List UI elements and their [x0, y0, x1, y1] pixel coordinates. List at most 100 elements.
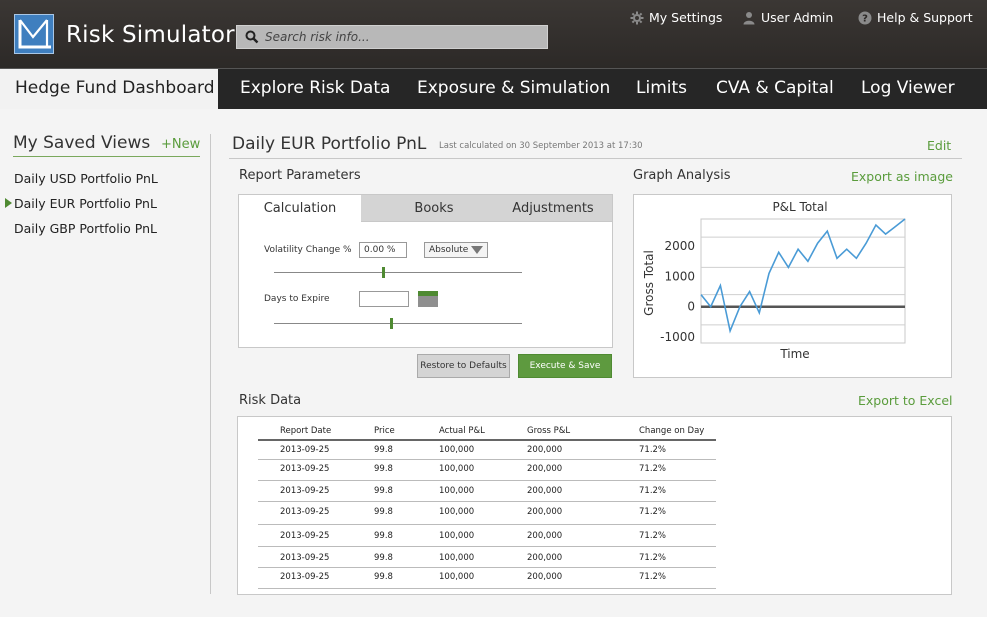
logo-icon: [18, 19, 51, 49]
tab-books[interactable]: Books: [379, 195, 489, 223]
table-row-divider: [258, 588, 716, 589]
days-slider-thumb[interactable]: [389, 318, 393, 329]
table-column-header[interactable]: Price: [374, 426, 395, 436]
table-cell: 71.2%: [639, 486, 667, 496]
table-cell: 2013-09-25: [280, 531, 330, 541]
help-support-label: Help & Support: [877, 10, 973, 25]
days-to-expire-input[interactable]: [359, 291, 409, 307]
tab-calculation[interactable]: Calculation: [239, 195, 361, 223]
tab-exposure-simulation[interactable]: Exposure & Simulation: [417, 69, 610, 109]
export-image-button[interactable]: Export as image: [851, 169, 953, 184]
search-icon: [245, 30, 259, 44]
volatility-mode-select[interactable]: Absolute: [424, 242, 488, 258]
table-cell: 200,000: [527, 445, 563, 455]
main-nav: Hedge Fund Dashboard Explore Risk Data E…: [0, 68, 987, 109]
chart-series-line: [700, 218, 906, 334]
tab-cva-capital[interactable]: CVA & Capital: [716, 69, 834, 109]
table-cell: 2013-09-25: [280, 572, 330, 582]
chart-y-tick-label: 0: [687, 300, 695, 314]
graph-analysis-title: Graph Analysis: [633, 168, 731, 183]
days-to-expire-label: Days to Expire: [264, 294, 330, 304]
chevron-down-icon: [471, 246, 483, 254]
risk-data-table: [237, 416, 952, 595]
saved-view-gbp[interactable]: Daily GBP Portfolio PnL: [14, 221, 157, 236]
table-column-header[interactable]: Change on Day: [639, 426, 704, 436]
title-divider: [229, 158, 962, 159]
table-cell: 71.2%: [639, 464, 667, 474]
app-logo[interactable]: [14, 14, 54, 54]
saved-view-usd[interactable]: Daily USD Portfolio PnL: [14, 171, 158, 186]
table-cell: 2013-09-25: [280, 445, 330, 455]
saved-views-divider: [13, 156, 200, 157]
my-settings-link[interactable]: My Settings: [630, 10, 722, 25]
table-column-header[interactable]: Gross P&L: [527, 426, 570, 436]
table-cell: 100,000: [439, 531, 475, 541]
table-cell: 2013-09-25: [280, 464, 330, 474]
tab-hedge-fund-dashboard[interactable]: Hedge Fund Dashboard: [0, 69, 218, 109]
chart-y-tick-label: -1000: [660, 330, 695, 344]
parameters-tabbar: Calculation Books Adjustments: [238, 194, 613, 223]
user-icon: [743, 11, 755, 24]
table-cell: 99.8: [374, 464, 393, 474]
table-cell: 100,000: [439, 553, 475, 563]
tab-adjustments[interactable]: Adjustments: [499, 195, 607, 223]
table-column-header[interactable]: Report Date: [280, 426, 331, 436]
restore-defaults-button[interactable]: Restore to Defaults: [417, 354, 510, 378]
table-row-divider: [258, 480, 716, 481]
volatility-slider-thumb[interactable]: [382, 267, 386, 278]
user-admin-label: User Admin: [761, 10, 834, 25]
edit-button[interactable]: Edit: [927, 138, 951, 153]
new-view-button[interactable]: +New: [161, 137, 200, 152]
table-cell: 100,000: [439, 507, 475, 517]
saved-view-eur[interactable]: Daily EUR Portfolio PnL: [14, 196, 157, 211]
table-cell: 200,000: [527, 572, 563, 582]
table-header-divider: [258, 439, 716, 441]
table-cell: 71.2%: [639, 553, 667, 563]
chart-y-label: Gross Total: [642, 250, 656, 316]
help-support-link[interactable]: ? Help & Support: [858, 10, 973, 25]
search-input[interactable]: [265, 28, 535, 46]
table-row-divider: [258, 546, 716, 547]
volatility-change-label: Volatility Change %: [264, 245, 352, 255]
tab-log-viewer[interactable]: Log Viewer: [861, 69, 955, 109]
risk-data-title: Risk Data: [239, 393, 302, 408]
chart-series: [700, 218, 906, 334]
volatility-change-input[interactable]: [359, 242, 407, 258]
days-stepper-down[interactable]: [418, 296, 438, 307]
tab-limits[interactable]: Limits: [636, 69, 687, 109]
table-cell: 99.8: [374, 486, 393, 496]
table-cell: 200,000: [527, 464, 563, 474]
chart-panel: 2000 1000 0 -1000 P&L Total Time Gross Tota…: [633, 194, 952, 378]
export-excel-button[interactable]: Export to Excel: [858, 393, 953, 408]
table-cell: 200,000: [527, 507, 563, 517]
table-cell: 100,000: [439, 445, 475, 455]
execute-save-button[interactable]: Execute & Save: [518, 354, 612, 378]
table-cell: 99.8: [374, 553, 393, 563]
table-cell: 200,000: [527, 553, 563, 563]
user-admin-link[interactable]: User Admin: [742, 10, 833, 25]
selected-arrow-icon: [5, 198, 12, 208]
app-header: Risk Simulator My Settings User Admin: [0, 0, 987, 68]
volatility-mode-value: Absolute: [429, 245, 469, 255]
help-icon: ?: [858, 11, 872, 24]
gear-icon: [630, 11, 644, 24]
table-column-header[interactable]: Actual P&L: [439, 426, 485, 436]
tab-explore-risk-data[interactable]: Explore Risk Data: [240, 69, 390, 109]
search-box[interactable]: [236, 25, 548, 49]
page-title: Daily EUR Portfolio PnL: [232, 134, 427, 154]
table-cell: 99.8: [374, 445, 393, 455]
pnl-chart: 2000 1000 0 -1000 P&L Total Time Gross Tota…: [642, 200, 906, 361]
app-title: Risk Simulator: [66, 22, 235, 48]
table-cell: 71.2%: [639, 507, 667, 517]
table-cell: 99.8: [374, 572, 393, 582]
days-slider-track[interactable]: [274, 323, 522, 324]
table-row-divider: [258, 524, 716, 525]
my-settings-label: My Settings: [649, 10, 723, 25]
table-cell: 2013-09-25: [280, 507, 330, 517]
svg-text:?: ?: [862, 13, 868, 24]
volatility-slider-track[interactable]: [274, 272, 522, 273]
table-cell: 2013-09-25: [280, 553, 330, 563]
table-cell: 100,000: [439, 486, 475, 496]
table-cell: 99.8: [374, 531, 393, 541]
chart-y-tick-label: 1000: [664, 269, 695, 283]
